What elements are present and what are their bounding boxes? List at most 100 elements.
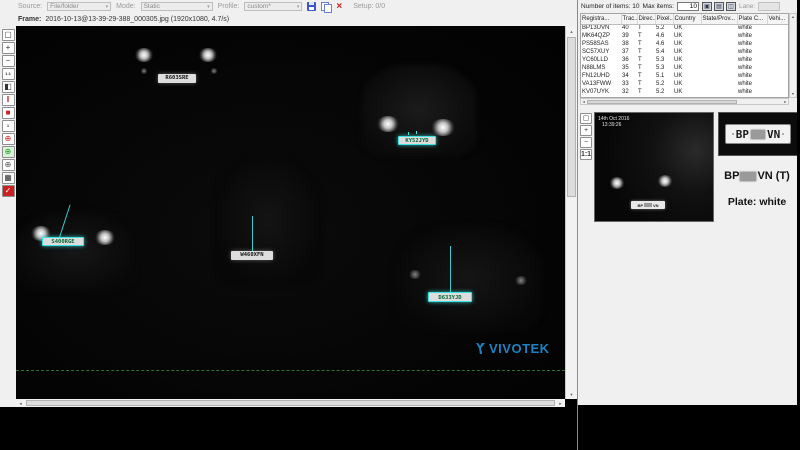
fit-window-icon[interactable]: ◧	[2, 81, 15, 93]
table-row[interactable]: PS58SAS38T4.6UKwhite	[581, 40, 788, 48]
table-vertical-scrollbar[interactable]: ▲ ▼	[789, 13, 797, 98]
scroll-down-icon[interactable]: ▼	[566, 389, 577, 399]
display-dual-icon[interactable]: ◫	[726, 2, 736, 11]
table-horizontal-scrollbar[interactable]: ◄ ►	[580, 98, 789, 105]
table-row[interactable]: KV07UYK32T5.2UKwhite	[581, 88, 788, 96]
vivotek-watermark: VIVOTEK	[474, 341, 550, 356]
table-row[interactable]: SC57XUY37T5.4UKwhite	[581, 48, 788, 56]
results-header: Number of items: 10 Max items: ▣▤◫ Lane:	[578, 0, 798, 13]
table-cell	[767, 48, 788, 56]
copy-profile-icon[interactable]	[321, 2, 331, 12]
column-header[interactable]: State/Prov...	[701, 14, 737, 24]
delete-profile-icon[interactable]: ×	[336, 2, 342, 12]
zoom-out-icon[interactable]: −	[2, 55, 15, 67]
target-green-icon[interactable]: ⊕	[2, 146, 15, 158]
source-dropdown[interactable]: File/folder ▾	[47, 2, 111, 11]
zoom-in-icon[interactable]: +	[2, 42, 15, 54]
video-horizontal-scrollbar[interactable]: ◄ ►	[16, 399, 565, 407]
headlight-glow	[94, 230, 116, 245]
thumbnail-plate: BP VN	[631, 201, 665, 209]
lane-label: Lane:	[739, 3, 755, 10]
lane-dropdown[interactable]	[758, 2, 780, 11]
headlight-glow	[430, 119, 456, 136]
plate-results-table: Registra...Trac...Direc...Pixel...Countr…	[580, 13, 789, 98]
table-cell: MK64QZP	[581, 32, 621, 40]
target-red-icon[interactable]: ⊕	[2, 133, 15, 145]
table-cell: UK	[673, 56, 701, 64]
mode-dropdown[interactable]: Static ▾	[141, 2, 213, 11]
table-cell: SC57XUY	[581, 48, 621, 56]
table-cell: UK	[673, 64, 701, 72]
scroll-up-icon[interactable]: ▲	[791, 15, 794, 19]
headlight-glow	[134, 48, 154, 62]
table-cell: 4.6	[655, 40, 673, 48]
column-header[interactable]: Registra...	[581, 14, 621, 24]
column-header[interactable]: Vehi...	[767, 14, 788, 24]
frame-step-icon[interactable]: 1	[2, 120, 15, 132]
column-header[interactable]: Plate C...	[737, 14, 767, 24]
video-vertical-scrollbar[interactable]: ▲ ▼	[565, 26, 577, 399]
column-header[interactable]: Country	[673, 14, 701, 24]
table-row[interactable]: YC60LLD36T5.3UKwhite	[581, 56, 788, 64]
video-tool-strip: ▢+−1:1◧‖■1⊕⊕⊕▦✓	[0, 26, 16, 407]
headlight-glow	[198, 48, 218, 62]
zoom-in-icon[interactable]: +	[580, 125, 592, 136]
table-cell	[767, 24, 788, 32]
target-gray-icon[interactable]: ⊕	[2, 159, 15, 171]
table-cell: UK	[673, 32, 701, 40]
actual-size-icon[interactable]: 1:1	[580, 149, 592, 160]
display-image-icon[interactable]: ▤	[714, 2, 724, 11]
column-header[interactable]: Pixel...	[655, 14, 673, 24]
profile-value: custom*	[247, 3, 270, 10]
detected-plate-overlay[interactable]: KY52JYD	[398, 136, 436, 145]
table-row[interactable]: FN12UHD34T5.1UKwhite	[581, 72, 788, 80]
max-items-input[interactable]	[677, 2, 699, 11]
video-canvas[interactable]: R603SRE KY52JYD S400RGE W460XFN D633YJD	[16, 26, 565, 399]
scroll-down-icon[interactable]: ▼	[791, 92, 794, 96]
scroll-up-icon[interactable]: ▲	[566, 26, 577, 36]
actual-size-icon[interactable]: 1:1	[2, 68, 15, 80]
table-row[interactable]: VA13FWW33T5.2UKwhite	[581, 80, 788, 88]
table-row[interactable]: N88LMS35T5.3UKwhite	[581, 64, 788, 72]
table-cell: T	[637, 24, 655, 32]
detected-plate-overlay[interactable]: S400RGE	[42, 237, 84, 246]
grid-icon[interactable]: ▦	[2, 172, 15, 184]
table-cell: white	[737, 48, 767, 56]
column-header[interactable]: Trac...	[621, 14, 637, 24]
scrollbar-thumb[interactable]	[587, 100, 737, 104]
table-row[interactable]: MK64QZP39T4.6UKwhite	[581, 32, 788, 40]
table-cell: T	[637, 48, 655, 56]
chevron-down-icon: ▾	[106, 4, 109, 10]
headlight-glow	[408, 270, 422, 279]
column-header[interactable]: Direc...	[637, 14, 655, 24]
save-profile-icon[interactable]	[307, 2, 316, 11]
fullscreen-icon[interactable]: ▢	[2, 29, 15, 41]
scrollbar-thumb[interactable]	[567, 37, 576, 197]
scroll-left-icon[interactable]: ◄	[16, 401, 25, 406]
table-cell: T	[637, 64, 655, 72]
detected-plate-overlay[interactable]: D633YJD	[428, 292, 472, 302]
table-cell: white	[737, 72, 767, 80]
detected-plate-overlay[interactable]: W460XFN	[231, 251, 273, 260]
table-row[interactable]: BP13UVN40T5.2UKwhite	[581, 24, 788, 32]
plate-prefix: BP	[637, 203, 643, 208]
vehicle-thumbnail[interactable]: 14th Oct 2016 13:39:26 BP VN	[594, 112, 714, 222]
table-cell	[701, 80, 737, 88]
zoom-out-icon[interactable]: −	[580, 137, 592, 148]
detected-plate-overlay[interactable]: R603SRE	[158, 74, 196, 83]
fullscreen-icon[interactable]: ▢	[580, 113, 592, 124]
profile-dropdown[interactable]: custom* ▾	[244, 2, 302, 11]
scrollbar-thumb[interactable]	[26, 400, 555, 406]
vivotek-logo-icon	[474, 342, 487, 355]
table-cell: white	[737, 56, 767, 64]
capture-icon[interactable]: ✓	[2, 185, 15, 197]
scroll-left-icon[interactable]: ◄	[581, 100, 586, 104]
stop-icon[interactable]: ■	[2, 107, 15, 119]
panel-bottom-black	[578, 405, 798, 450]
plate-tick	[408, 132, 409, 135]
scroll-right-icon[interactable]: ►	[556, 401, 565, 406]
pause-icon[interactable]: ‖	[2, 94, 15, 106]
scroll-right-icon[interactable]: ►	[783, 100, 788, 104]
table-cell: YC60LLD	[581, 56, 621, 64]
display-live-icon[interactable]: ▣	[702, 2, 712, 11]
